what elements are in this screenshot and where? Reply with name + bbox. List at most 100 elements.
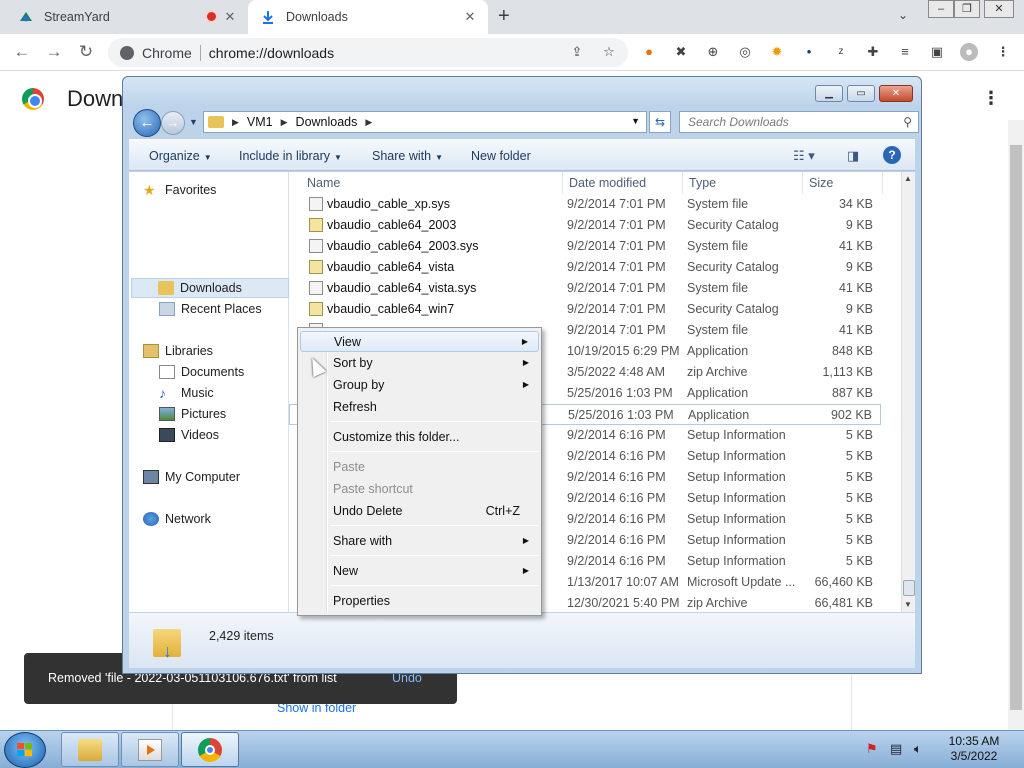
chevron-down-icon: ▼ — [203, 153, 212, 162]
dot-icon[interactable]: • — [800, 43, 818, 61]
share-with-button[interactable]: Share with ▼ — [372, 149, 443, 163]
url-text: chrome://downloads — [208, 44, 335, 61]
scroll-up-icon[interactable]: ▲ — [904, 174, 912, 183]
nav-label: Recent Places — [181, 302, 262, 316]
music-icon: ♪ — [159, 385, 166, 401]
menu-item-sort-by[interactable]: Sort by ▶ — [300, 353, 539, 374]
tab-downloads[interactable]: Downloads ✕ — [248, 0, 488, 34]
explorer-titlebar[interactable]: ▁ ▭ ✕ — [123, 77, 921, 107]
reload-icon[interactable]: ↻ — [76, 42, 96, 62]
chevron-down-icon[interactable]: ⌄ — [898, 8, 908, 22]
menu-label: Customize this folder... — [333, 430, 460, 444]
new-tab-icon[interactable]: + — [498, 5, 510, 28]
volume-icon[interactable]: 🔈︎ — [914, 741, 922, 757]
table-row[interactable]: vbaudio_cable64_vista 9/2/2014 7:01 PM Sec… — [289, 257, 881, 278]
forward-arrow-icon[interactable]: → — [161, 111, 185, 135]
chevron-right-icon[interactable]: ▶ — [281, 117, 288, 128]
menu-item-group-by[interactable]: Group by ▶ — [300, 375, 539, 396]
extension-icon[interactable]: ● — [640, 43, 658, 61]
close-tab-icon[interactable]: ✕ — [222, 9, 238, 25]
forward-arrow-icon[interactable]: → — [44, 42, 64, 62]
taskbar-explorer[interactable] — [61, 732, 119, 767]
back-arrow-icon[interactable]: ← — [133, 109, 161, 137]
chevron-right-icon[interactable]: ▶ — [365, 117, 372, 128]
minimize-icon[interactable]: – — [928, 0, 954, 18]
system-clock[interactable]: 10:35 AM 3/5/2022 — [938, 734, 1010, 764]
table-row[interactable]: vbaudio_cable64_win7 9/2/2014 7:01 PM Secu… — [289, 299, 881, 320]
avatar[interactable]: ● — [960, 43, 978, 61]
security-catalog-icon — [309, 260, 323, 274]
minimize-icon[interactable]: ▁ — [815, 85, 843, 102]
nav-my-computer[interactable]: My Computer — [143, 467, 301, 487]
extension-icon[interactable]: z — [832, 43, 850, 61]
nav-favorites[interactable]: ★ Favorites — [143, 180, 301, 200]
bookmark-star-icon[interactable]: ☆ — [600, 43, 618, 61]
new-folder-button[interactable]: New folder — [471, 149, 531, 163]
column-header-name[interactable]: Name — [289, 172, 563, 194]
close-icon[interactable]: ✕ — [879, 85, 913, 102]
menu-item-view[interactable]: View ▶ — [300, 331, 539, 352]
sun-icon[interactable]: ✹ — [768, 43, 786, 61]
tab-label: StreamYard — [44, 10, 110, 24]
menu-item-new[interactable]: New ▶ — [300, 561, 539, 582]
menu-label: New — [333, 564, 359, 578]
view-options-icon[interactable]: ☷ ▾ — [793, 148, 815, 164]
table-row[interactable]: vbaudio_cable64_2003.sys 9/2/2014 7:01 PM… — [289, 236, 881, 257]
breadcrumb-vm1[interactable]: VM1 — [247, 115, 273, 129]
menu-icon[interactable]: ⋮ — [994, 43, 1012, 61]
share-icon[interactable]: ⇪ — [568, 43, 586, 61]
nav-network[interactable]: Network — [143, 509, 301, 529]
media-icon[interactable]: ≡ — [896, 43, 914, 61]
crosshair-icon[interactable]: ⊕ — [704, 43, 722, 61]
scrollbar-thumb[interactable] — [1010, 145, 1022, 710]
help-icon[interactable]: ? — [883, 146, 901, 164]
taskbar-chrome[interactable] — [181, 732, 239, 767]
side-panel-icon[interactable]: ▣ — [928, 43, 946, 61]
column-header-type[interactable]: Type — [683, 172, 803, 194]
file-list-scrollbar[interactable]: ▲ ▼ — [901, 172, 915, 612]
puzzle-icon[interactable]: ✚ — [864, 43, 882, 61]
search-input[interactable]: Search Downloads ⚲ — [679, 111, 919, 133]
table-row[interactable]: vbaudio_cable64_vista.sys 9/2/2014 7:01 P… — [289, 278, 881, 299]
network-icon — [143, 512, 159, 526]
refresh-icon[interactable]: ⇆ — [649, 111, 671, 133]
column-header-date[interactable]: Date modified — [563, 172, 683, 194]
taskbar-media-player[interactable] — [121, 732, 179, 767]
network-status-icon[interactable]: ▤ — [890, 741, 902, 757]
star-icon: ★ — [143, 182, 156, 198]
tools-icon[interactable]: ✖ — [672, 43, 690, 61]
preview-pane-icon[interactable]: ◨ — [847, 148, 859, 164]
chevron-down-icon[interactable]: ▼ — [189, 117, 198, 127]
scrollbar-thumb[interactable] — [903, 580, 915, 596]
close-tab-icon[interactable]: ✕ — [462, 9, 478, 25]
menu-item-share-with[interactable]: Share with ▶ — [300, 531, 539, 552]
menu-item-customize[interactable]: Customize this folder... — [300, 427, 539, 448]
flag-warning-icon[interactable]: ⚑ — [866, 741, 878, 757]
start-button[interactable] — [4, 732, 46, 768]
table-row[interactable]: vbaudio_cable64_2003 9/2/2014 7:01 PM Secu… — [289, 215, 881, 236]
nav-libraries[interactable]: Libraries — [143, 341, 301, 361]
organize-button[interactable]: Organize ▼ — [149, 149, 212, 163]
tab-streamyard[interactable]: StreamYard ✕ — [8, 0, 248, 34]
nav-label: Music — [181, 386, 214, 400]
menu-item-refresh[interactable]: Refresh — [300, 397, 539, 418]
omnibox[interactable]: Chrome chrome://downloads — [108, 38, 628, 67]
menu-icon[interactable]: ⋮ — [982, 88, 1000, 109]
menu-item-properties[interactable]: Properties — [300, 591, 539, 612]
restore-icon[interactable]: ❐ — [954, 0, 980, 18]
chevron-right-icon[interactable]: ▶ — [232, 117, 239, 128]
menu-item-undo-delete[interactable]: Undo Delete Ctrl+Z — [300, 501, 539, 522]
scroll-down-icon[interactable]: ▼ — [904, 600, 912, 609]
chevron-down-icon[interactable]: ▼ — [631, 116, 640, 126]
table-row[interactable]: vbaudio_cable_xp.sys 9/2/2014 7:01 PM Syst… — [289, 194, 881, 215]
column-header-size[interactable]: Size — [803, 172, 883, 194]
back-arrow-icon[interactable]: ← — [12, 42, 32, 62]
nav-downloads[interactable]: Downloads — [131, 278, 289, 298]
address-bar[interactable]: ▶ VM1 ▶ Downloads ▶ ▼ — [203, 111, 647, 133]
include-in-library-button[interactable]: Include in library ▼ — [239, 149, 342, 163]
divider — [199, 44, 201, 61]
maximize-icon[interactable]: ▭ — [847, 85, 875, 102]
extension-icon[interactable]: ◎ — [736, 43, 754, 61]
close-window-icon[interactable]: ✕ — [984, 0, 1014, 18]
breadcrumb-downloads[interactable]: Downloads — [296, 115, 358, 129]
